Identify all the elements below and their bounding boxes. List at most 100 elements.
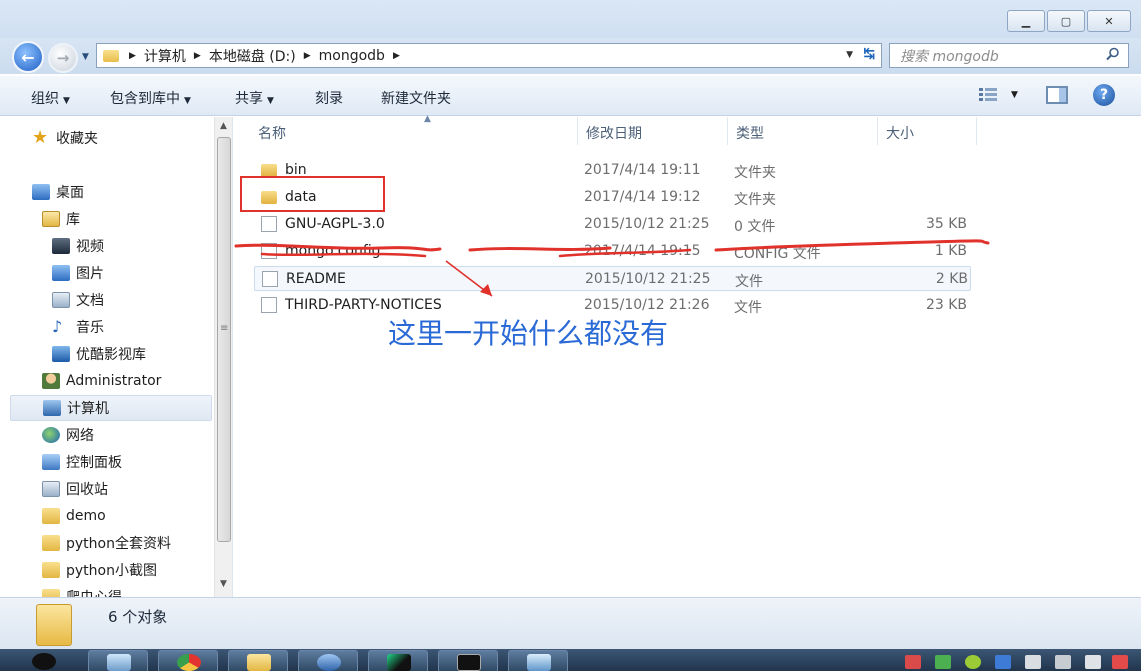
chevron-down-icon: ▼ xyxy=(63,96,70,106)
tray-app-icon[interactable] xyxy=(935,655,951,669)
pictures-icon xyxy=(52,265,70,281)
new-folder-label: 新建文件夹 xyxy=(381,91,451,107)
file-row-gnu-agpl[interactable]: GNU-AGPL-3.0 2015/10/12 21:25 0 文件 35 KB xyxy=(254,212,971,237)
sidebar-item-label: 桌面 xyxy=(56,185,84,201)
minimize-button[interactable]: ▁ xyxy=(1007,10,1045,32)
sidebar-item-label: 文档 xyxy=(76,293,104,309)
breadcrumb-separator-icon[interactable]: ▶ xyxy=(304,51,311,61)
recent-pages-chevron-icon[interactable]: ▼ xyxy=(82,52,89,62)
breadcrumb-separator-icon[interactable]: ▶ xyxy=(129,51,136,61)
start-button[interactable] xyxy=(18,650,74,671)
breadcrumb-separator-icon[interactable]: ▶ xyxy=(194,51,201,61)
sidebar-item-computer[interactable]: 计算机 xyxy=(10,395,212,421)
sidebar-item-youku[interactable]: 优酷影视库 xyxy=(0,341,211,367)
column-header-name[interactable]: ▲ 名称 xyxy=(250,114,578,145)
file-row-mongo-config[interactable]: mongo.config 2017/4/14 19:15 CONFIG 文件 1… xyxy=(254,239,971,264)
annotation-note: 这里一开始什么都没有 xyxy=(388,317,669,350)
scrollbar-thumb[interactable] xyxy=(217,137,231,542)
preview-pane-icon[interactable] xyxy=(1046,86,1068,104)
maximize-button[interactable]: ▢ xyxy=(1047,10,1085,32)
network-status-icon[interactable] xyxy=(1055,655,1071,669)
file-date: 2017/4/14 19:15 xyxy=(584,243,701,259)
taskbar-item-screenshot[interactable] xyxy=(508,650,568,671)
folder-icon xyxy=(247,654,271,671)
scroll-up-arrow-icon[interactable]: ▲ xyxy=(220,121,227,131)
tray-app-icon[interactable] xyxy=(1025,655,1041,669)
sidebar-item-label: 收藏夹 xyxy=(56,131,98,147)
youku-icon xyxy=(52,346,70,362)
breadcrumb-separator-icon[interactable]: ▶ xyxy=(393,51,400,61)
burn-label: 刻录 xyxy=(315,91,343,107)
file-row-readme[interactable]: README 2015/10/12 21:25 文件 2 KB xyxy=(254,266,971,291)
column-header-label: 修改日期 xyxy=(586,126,642,142)
column-header-size[interactable]: 大小 xyxy=(878,117,977,145)
breadcrumb-mongodb[interactable]: mongodb xyxy=(319,48,385,64)
chevron-down-icon: ▼ xyxy=(267,96,274,106)
volume-icon[interactable] xyxy=(1085,655,1101,669)
sidebar-item-network[interactable]: 网络 xyxy=(0,422,211,448)
search-placeholder: 搜索 mongodb xyxy=(900,48,999,65)
file-size: 2 KB xyxy=(935,271,968,287)
start-orb-icon xyxy=(32,653,56,670)
sidebar-item-recycle-bin[interactable]: 回收站 xyxy=(0,476,211,502)
burn-button[interactable]: 刻录 xyxy=(315,88,343,108)
sidebar-item-desktop[interactable]: 桌面 xyxy=(0,179,211,205)
chevron-down-icon: ▼ xyxy=(184,96,191,106)
pycharm-icon xyxy=(387,654,411,671)
sidebar-item-crawler-notes[interactable]: 爬虫心得 xyxy=(0,584,211,597)
sidebar-item-videos[interactable]: 视频 xyxy=(0,233,211,259)
search-input[interactable]: 搜索 mongodb xyxy=(889,43,1129,68)
refresh-icon[interactable]: ↹ xyxy=(863,46,875,62)
breadcrumb-computer[interactable]: 计算机 xyxy=(144,46,186,66)
sidebar-item-label: 回收站 xyxy=(66,482,108,498)
sidebar-item-control-panel[interactable]: 控制面板 xyxy=(0,449,211,475)
back-arrow-icon[interactable]: ← xyxy=(12,41,44,73)
file-date: 2015/10/12 21:25 xyxy=(584,216,710,232)
close-button[interactable]: ✕ xyxy=(1087,10,1131,32)
sidebar-item-favorites[interactable]: ★ 收藏夹 xyxy=(0,125,211,151)
breadcrumb-drive-d[interactable]: 本地磁盘 (D:) xyxy=(209,46,296,66)
recycle-bin-icon xyxy=(42,481,60,497)
column-header-type[interactable]: 类型 xyxy=(728,117,878,145)
sidebar-item-documents[interactable]: 文档 xyxy=(0,287,211,313)
include-in-library-label: 包含到库中 xyxy=(110,91,180,107)
new-folder-button[interactable]: 新建文件夹 xyxy=(381,88,451,108)
organize-button[interactable]: 组织 ▼ xyxy=(31,88,70,108)
file-size: 35 KB xyxy=(925,216,967,232)
sidebar-item-python-screenshots[interactable]: python小截图 xyxy=(0,557,211,583)
taskbar-item-pycharm[interactable] xyxy=(368,650,428,671)
file-size: 1 KB xyxy=(934,243,967,259)
view-chevron-down-icon[interactable]: ▼ xyxy=(1011,90,1018,100)
sidebar-item-libraries[interactable]: 库 xyxy=(0,206,211,232)
address-bar[interactable]: ▶ 计算机 ▶ 本地磁盘 (D:) ▶ mongodb ▶ ▼ ↹ xyxy=(96,43,882,68)
file-type: 文件夹 xyxy=(734,192,776,208)
taskbar-item-database[interactable] xyxy=(298,650,358,671)
taskbar-item-explorer[interactable] xyxy=(228,650,288,671)
tray-app-icon[interactable] xyxy=(1112,655,1128,669)
taskbar-item-chrome[interactable] xyxy=(158,650,218,671)
sidebar-item-label: 计算机 xyxy=(67,401,109,417)
sidebar-item-demo[interactable]: demo xyxy=(0,503,211,529)
taskbar-item-notepad[interactable] xyxy=(88,650,148,671)
bluetooth-icon[interactable] xyxy=(995,655,1011,669)
include-in-library-button[interactable]: 包含到库中 ▼ xyxy=(110,88,191,108)
taskbar-item-cmd[interactable] xyxy=(438,650,498,671)
terminal-icon xyxy=(457,654,481,671)
sidebar-item-music[interactable]: ♪ 音乐 xyxy=(0,314,211,340)
help-icon[interactable]: ? xyxy=(1093,84,1115,106)
sidebar-scrollbar[interactable]: ▲ ≡ ▼ xyxy=(214,117,232,597)
view-options-icon[interactable] xyxy=(978,86,998,104)
star-icon: ★ xyxy=(32,127,49,148)
column-header-date[interactable]: 修改日期 xyxy=(578,117,728,145)
search-icon[interactable] xyxy=(1106,47,1120,61)
address-history-chevron-icon[interactable]: ▼ xyxy=(846,50,853,60)
sidebar-item-administrator[interactable]: Administrator xyxy=(0,368,211,394)
scroll-down-arrow-icon[interactable]: ▼ xyxy=(220,579,227,589)
sidebar-item-python-materials[interactable]: python全套资料 xyxy=(0,530,211,556)
tray-app-icon[interactable] xyxy=(965,655,981,669)
tray-app-icon[interactable] xyxy=(905,655,921,669)
share-button[interactable]: 共享 ▼ xyxy=(235,88,274,108)
forward-arrow-icon[interactable]: → xyxy=(48,43,78,73)
file-size: 23 KB xyxy=(925,297,967,313)
sidebar-item-pictures[interactable]: 图片 xyxy=(0,260,211,286)
